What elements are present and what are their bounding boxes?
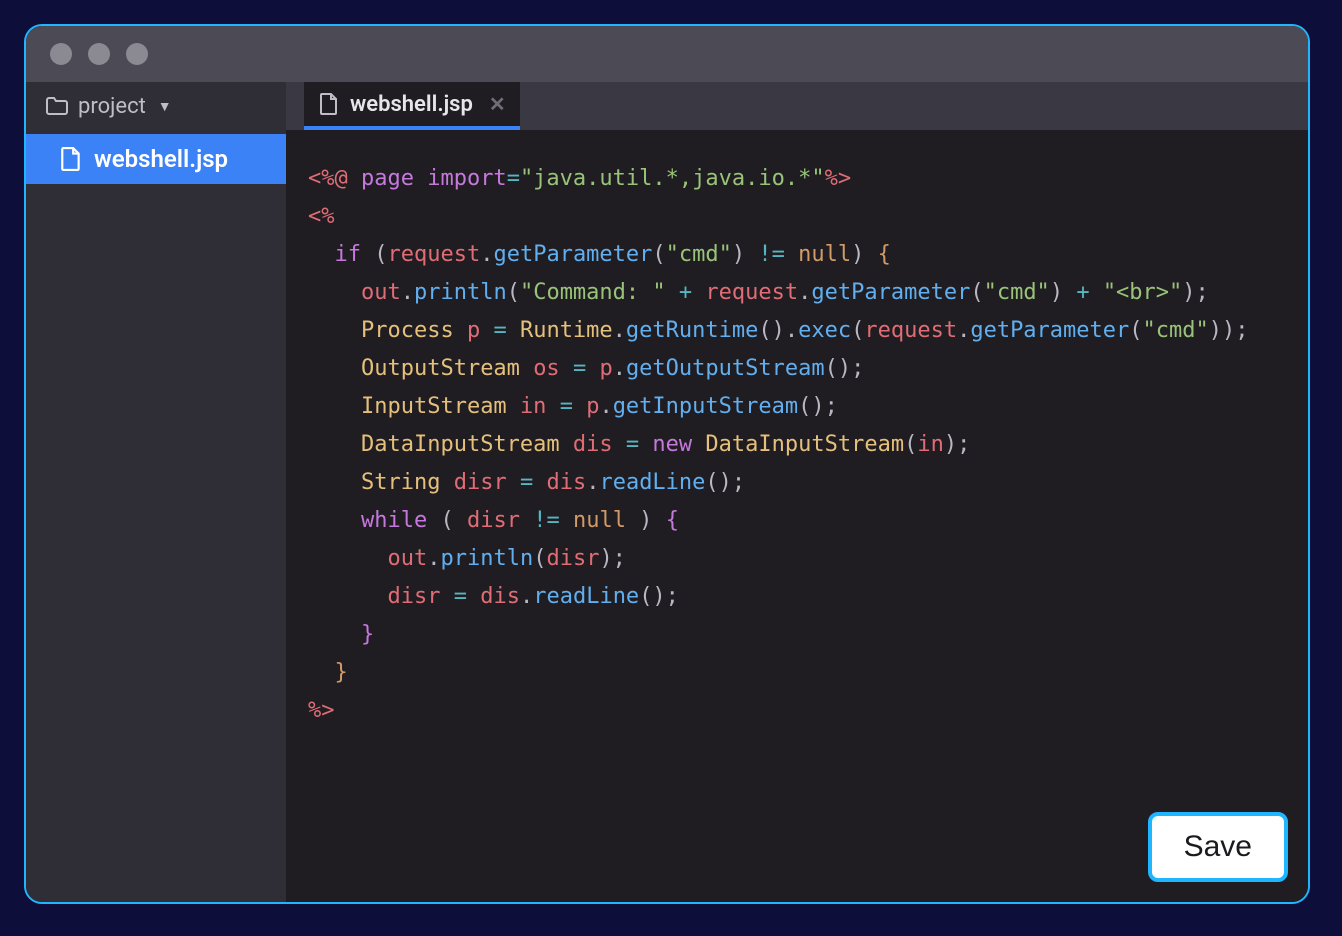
toolbar-row: project ▼ webshell.jsp ✕: [26, 82, 1308, 130]
sidebar-file-label: webshell.jsp: [94, 145, 228, 173]
chevron-down-icon: ▼: [158, 98, 172, 115]
tab-webshell[interactable]: webshell.jsp ✕: [304, 82, 520, 130]
file-icon: [60, 146, 82, 172]
code-content: <%@ page import="java.util.*,java.io.*"%…: [286, 130, 1308, 730]
close-icon[interactable]: ✕: [489, 92, 506, 116]
save-button-label: Save: [1184, 830, 1252, 863]
sidebar: webshell.jsp: [26, 130, 286, 902]
file-icon: [318, 91, 340, 117]
window-close-dot[interactable]: [50, 43, 72, 65]
window-minimize-dot[interactable]: [88, 43, 110, 65]
tab-strip: webshell.jsp ✕: [286, 82, 1308, 130]
project-label: project: [78, 94, 146, 119]
folder-icon: [46, 93, 68, 119]
editor-window: project ▼ webshell.jsp ✕ webshell.jsp <%: [24, 24, 1310, 904]
project-selector[interactable]: project ▼: [26, 82, 286, 130]
window-zoom-dot[interactable]: [126, 43, 148, 65]
sidebar-item-webshell[interactable]: webshell.jsp: [26, 134, 286, 184]
save-button[interactable]: Save: [1148, 812, 1288, 882]
code-editor[interactable]: <%@ page import="java.util.*,java.io.*"%…: [286, 130, 1308, 902]
titlebar: [26, 26, 1308, 82]
body: webshell.jsp <%@ page import="java.util.…: [26, 130, 1308, 902]
tab-label: webshell.jsp: [350, 92, 473, 117]
